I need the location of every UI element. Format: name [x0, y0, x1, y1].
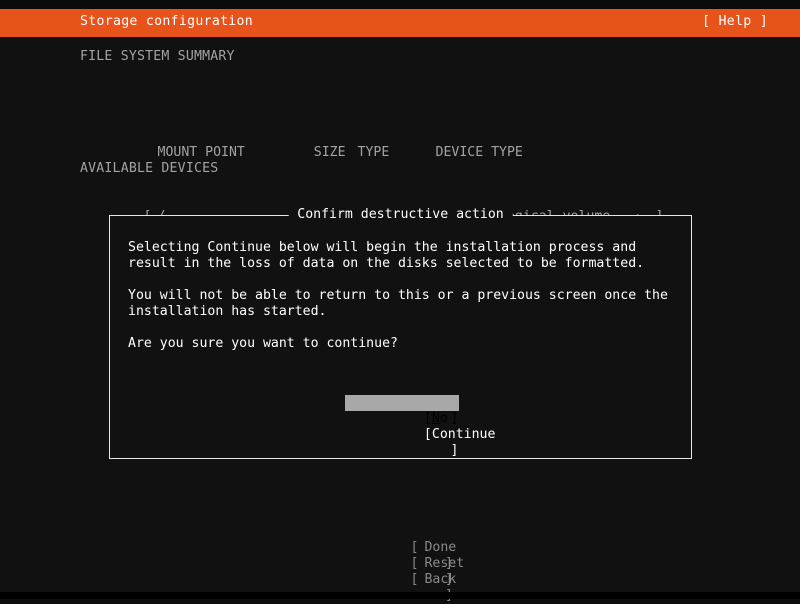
continue-button-bracket-left: [ — [424, 427, 432, 443]
continue-button-accel: C — [432, 427, 440, 442]
help-button[interactable]: [ Help ] — [702, 14, 768, 30]
no-button[interactable]: [No] — [345, 395, 459, 411]
dialog-button-group: [No] [Continue] — [110, 395, 693, 459]
continue-button-label: Continue — [432, 427, 496, 443]
page-title: Storage configuration — [80, 14, 253, 30]
reset-button-label: Reset — [418, 556, 464, 571]
done-button-label: Done — [418, 540, 456, 555]
header-spacer — [144, 145, 158, 161]
column-header-mount-point: MOUNT POINT — [158, 145, 280, 161]
back-button-label: Back — [418, 572, 456, 587]
dialog-paragraph-2: You will not be able to return to this o… — [128, 288, 676, 320]
screen-top-padding — [0, 0, 800, 9]
no-button-bracket-right: ] — [451, 411, 459, 427]
continue-button-bracket-right: ] — [451, 443, 459, 459]
available-devices-heading: AVAILABLE DEVICES — [80, 161, 218, 177]
dialog-paragraph-1: Selecting Continue below will begin the … — [128, 240, 676, 272]
no-button-accel: N — [432, 411, 440, 426]
main-content: FILE SYSTEM SUMMARY MOUNT POINTSIZETYPED… — [0, 37, 800, 592]
table-header-row: MOUNT POINTSIZETYPEDEVICE TYPE — [80, 129, 666, 145]
column-header-type: TYPE — [346, 145, 436, 161]
confirm-destructive-action-dialog: Confirm destructive action Selecting Con… — [109, 215, 692, 459]
no-button-label-rest: o — [440, 411, 448, 426]
dialog-paragraph-3: Are you sure you want to continue? — [128, 336, 676, 352]
dialog-title: Confirm destructive action — [288, 207, 512, 223]
column-header-device-type: DEVICE TYPE — [436, 145, 636, 161]
continue-button-label-rest: ontinue — [440, 427, 496, 442]
file-system-summary-heading: FILE SYSTEM SUMMARY — [80, 49, 235, 65]
done-button[interactable]: [Done] — [347, 524, 453, 540]
dialog-body: Selecting Continue below will begin the … — [128, 240, 676, 352]
no-button-label: No — [432, 411, 448, 427]
header-bar: Storage configuration [ Help ] — [0, 9, 800, 37]
column-header-size: SIZE — [280, 145, 346, 161]
no-button-bracket-left: [ — [424, 411, 432, 427]
screen-bottom-padding — [0, 592, 800, 599]
installer-screen: Storage configuration [ Help ] FILE SYST… — [0, 0, 800, 599]
